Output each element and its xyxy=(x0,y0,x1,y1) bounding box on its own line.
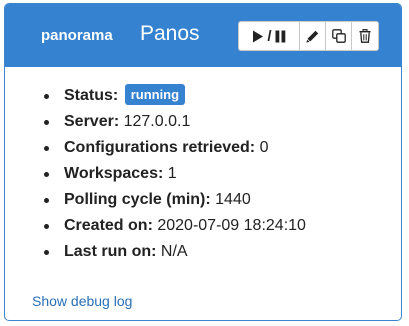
pause-icon xyxy=(275,30,285,42)
status-label: Status: xyxy=(64,87,119,104)
card-header: panorama Panos / xyxy=(5,4,401,67)
poller-name-title: Panos xyxy=(140,22,200,45)
poller-details-list: Status: running Server: 127.0.0.1 Config… xyxy=(44,83,306,265)
polling-cycle-label: Polling cycle (min): xyxy=(64,191,211,208)
action-button-group: / xyxy=(238,21,379,51)
start-stop-button[interactable]: / xyxy=(239,22,300,50)
play-icon xyxy=(253,30,264,42)
edit-button[interactable] xyxy=(300,22,326,50)
trash-icon xyxy=(359,29,371,43)
copy-button[interactable] xyxy=(326,22,352,50)
list-item-last-run: Last run on: N/A xyxy=(44,239,306,265)
list-item-polling-cycle: Polling cycle (min): 1440 xyxy=(44,187,306,213)
list-item-workspaces: Workspaces: 1 xyxy=(44,161,306,187)
configurations-label: Configurations retrieved: xyxy=(64,139,256,156)
last-run-value: N/A xyxy=(160,243,188,260)
status-badge: running xyxy=(124,84,186,105)
server-value: 127.0.0.1 xyxy=(123,113,191,130)
list-item-status: Status: running xyxy=(44,83,306,109)
list-item-configurations: Configurations retrieved: 0 xyxy=(44,135,306,161)
created-on-value: 2020-07-09 18:24:10 xyxy=(157,217,306,234)
configurations-value: 0 xyxy=(259,139,269,156)
copy-icon xyxy=(331,29,346,43)
pencil-icon xyxy=(306,30,319,43)
delete-button[interactable] xyxy=(352,22,378,50)
workspaces-label: Workspaces: xyxy=(64,165,164,182)
last-run-label: Last run on: xyxy=(64,243,157,260)
polling-cycle-value: 1440 xyxy=(215,191,251,208)
list-item-created-on: Created on: 2020-07-09 18:24:10 xyxy=(44,213,306,239)
list-item-server: Server: 127.0.0.1 xyxy=(44,109,306,135)
server-label: Server: xyxy=(64,113,120,130)
created-on-label: Created on: xyxy=(64,217,153,234)
toggle-separator: / xyxy=(267,27,272,45)
poller-type-label: panorama xyxy=(41,27,113,44)
show-debug-log-link[interactable]: Show debug log xyxy=(32,293,132,309)
workspaces-value: 1 xyxy=(167,165,177,182)
poller-card: panorama Panos / Status: running Server:… xyxy=(4,3,402,321)
